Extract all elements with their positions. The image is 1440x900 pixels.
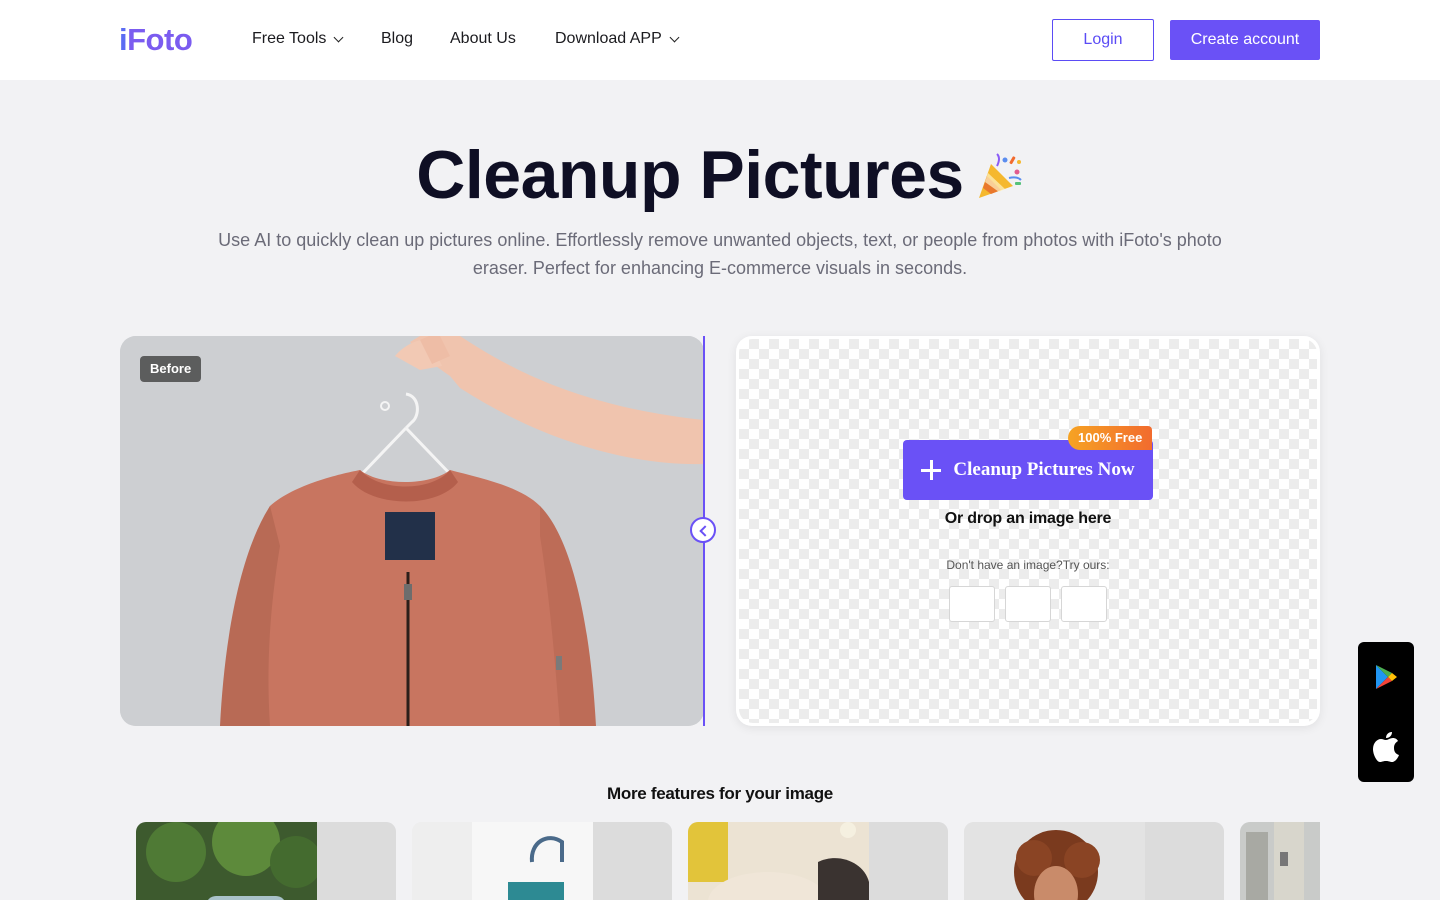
party-popper-icon bbox=[979, 153, 1022, 198]
feature-thumbnail-after bbox=[317, 822, 396, 900]
upload-dropzone[interactable]: Cleanup Pictures Now 100% Free Or drop a… bbox=[736, 336, 1320, 726]
before-badge: Before bbox=[140, 356, 202, 382]
login-button[interactable]: Login bbox=[1052, 19, 1154, 61]
feature-thumbnail-after bbox=[869, 822, 948, 900]
site-header: iFoto Free Tools Blog About Us Download … bbox=[0, 0, 1440, 80]
plus-icon bbox=[921, 460, 942, 480]
compare-slider-handle[interactable] bbox=[690, 517, 716, 543]
try-sample-text: Don't have an image?Try ours: bbox=[946, 558, 1110, 572]
sample-thumbnail[interactable] bbox=[1061, 586, 1107, 622]
page-title-text: Cleanup Pictures bbox=[416, 137, 964, 213]
sample-thumbnail[interactable] bbox=[1005, 586, 1051, 622]
feature-thumbnail bbox=[136, 822, 317, 900]
feature-thumbnail-after bbox=[593, 822, 672, 900]
page-subtitle: Use AI to quickly clean up pictures onli… bbox=[218, 230, 1222, 278]
free-badge: 100% Free bbox=[1068, 426, 1153, 450]
before-image: Before bbox=[120, 336, 704, 726]
drop-image-text: Or drop an image here bbox=[944, 510, 1112, 527]
feature-card[interactable] bbox=[136, 822, 396, 900]
feature-card[interactable] bbox=[688, 822, 948, 900]
nav-about-us[interactable]: About Us bbox=[450, 30, 516, 48]
chevron-down-icon bbox=[333, 32, 344, 42]
nav-free-tools[interactable]: Free Tools bbox=[252, 30, 344, 48]
features-title: More features for your image bbox=[607, 784, 833, 803]
feature-card[interactable] bbox=[412, 822, 672, 900]
ifoto-logo[interactable]: iFoto bbox=[119, 22, 193, 58]
nav-blog[interactable]: Blog bbox=[381, 30, 413, 48]
feature-thumbnail bbox=[964, 822, 1145, 900]
nav-about-label: About Us bbox=[450, 30, 516, 47]
nav-download-label: Download APP bbox=[555, 30, 662, 47]
page-title: Cleanup Pictures bbox=[0, 136, 1440, 214]
feature-card[interactable] bbox=[1240, 822, 1320, 900]
feature-thumbnail-after bbox=[1145, 822, 1224, 900]
google-play-icon[interactable] bbox=[1374, 664, 1398, 690]
transparent-background bbox=[739, 339, 1317, 723]
nav-free-tools-label: Free Tools bbox=[252, 30, 327, 47]
feature-thumbnail bbox=[688, 822, 869, 900]
sample-thumbnail[interactable] bbox=[949, 586, 995, 622]
chevron-down-icon bbox=[669, 32, 680, 42]
upload-button-label: Cleanup Pictures Now bbox=[953, 459, 1135, 480]
feature-thumbnail bbox=[1240, 822, 1320, 900]
nav-download-app[interactable]: Download APP bbox=[555, 30, 680, 48]
jacket-photo bbox=[120, 336, 704, 726]
create-account-button[interactable]: Create account bbox=[1170, 20, 1320, 60]
nav-blog-label: Blog bbox=[381, 30, 414, 47]
apple-icon[interactable] bbox=[1373, 732, 1399, 762]
feature-card[interactable] bbox=[964, 822, 1224, 900]
feature-thumbnail bbox=[412, 822, 593, 900]
app-download-panel bbox=[1358, 642, 1414, 782]
